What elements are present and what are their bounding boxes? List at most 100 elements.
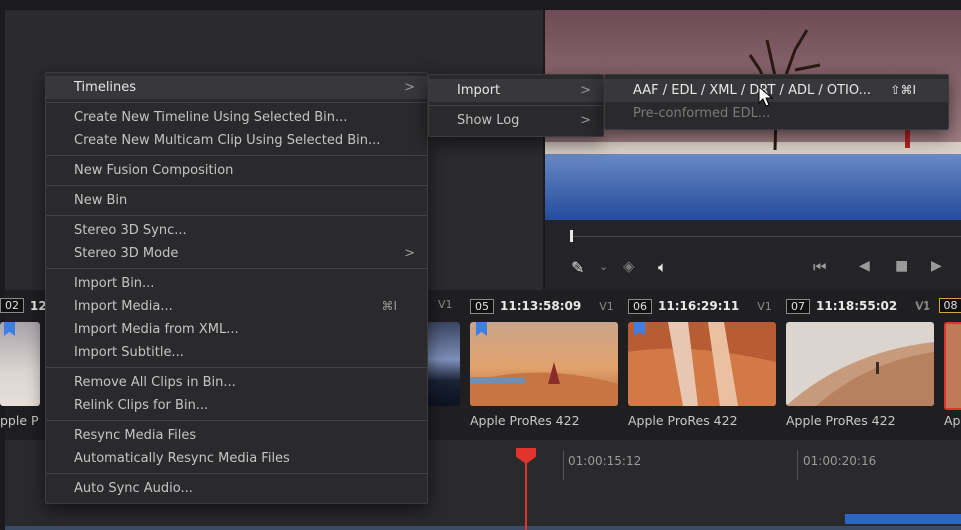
shortcut-label: ⌘I xyxy=(381,299,397,313)
chevron-right-icon: > xyxy=(404,246,415,261)
menu-item-label: New Bin xyxy=(74,193,128,208)
menu-item-import[interactable]: Import > xyxy=(429,79,603,102)
menu-separator xyxy=(46,155,427,156)
shortcut-label: ⇧⌘I xyxy=(890,83,916,97)
menu-item-label: AAF / EDL / XML / DRT / ADL / OTIO... xyxy=(633,83,871,98)
menu-item-automatically-resync-media-files[interactable]: Automatically Resync Media Files xyxy=(46,447,427,470)
menu-item-label: Import xyxy=(457,83,501,98)
menu-item-import-media[interactable]: Import Media... ⌘I xyxy=(46,295,427,318)
eyedropper-icon[interactable]: ✎ xyxy=(571,258,584,277)
clip-codec-label: Ap xyxy=(944,413,961,428)
chevron-right-icon: > xyxy=(580,83,591,98)
scrubber-handle[interactable] xyxy=(570,230,573,242)
scrubber-track[interactable] xyxy=(570,236,961,237)
ruler-tick xyxy=(797,450,798,480)
play-icon[interactable]: ▶ xyxy=(931,258,942,274)
timeline-track-strip xyxy=(5,526,961,530)
clip-codec-label: pple P xyxy=(0,413,39,428)
clip-track: V1 xyxy=(438,298,453,311)
clip-number: 02 xyxy=(0,298,24,313)
menu-item-label: Create New Multicam Clip Using Selected … xyxy=(74,133,381,148)
menu-item-new-fusion-composition[interactable]: New Fusion Composition xyxy=(46,159,427,182)
clip-thumbnail xyxy=(628,322,776,406)
menu-item-new-bin[interactable]: New Bin xyxy=(46,189,427,212)
clip-tile-06[interactable]: 06 11:16:29:11 V1 Apple ProRes 422 xyxy=(628,295,778,435)
menu-item-label: Import Subtitle... xyxy=(74,345,184,360)
clip-codec-label: Apple ProRes 422 xyxy=(786,413,896,428)
timeline-clip-bar[interactable] xyxy=(845,514,961,524)
clip-tile-partial-left[interactable]: 02 12 pple P xyxy=(0,295,47,435)
viewer-transport-bar: ✎ ⌄ ◈ 🔈︎ ⏮︎ ◀ ■ ▶ xyxy=(545,220,961,290)
menu-item-import-aaf-edl-xml[interactable]: AAF / EDL / XML / DRT / ADL / OTIO... ⇧⌘… xyxy=(605,79,948,102)
clip-tile-partial-right[interactable]: V1 08 Ap xyxy=(916,295,961,435)
menu-item-label: Remove All Clips in Bin... xyxy=(74,375,236,390)
clip-thumbnail xyxy=(0,322,40,406)
chevron-right-icon: > xyxy=(580,113,591,128)
menu-separator xyxy=(429,105,603,106)
clip-track: V1 xyxy=(916,299,931,312)
menu-item-import-subtitle[interactable]: Import Subtitle... xyxy=(46,341,427,364)
clip-number: 05 xyxy=(470,298,494,314)
clip-thumbnail xyxy=(944,322,961,410)
menu-item-resync-media-files[interactable]: Resync Media Files xyxy=(46,424,427,447)
import-submenu: AAF / EDL / XML / DRT / ADL / OTIO... ⇧⌘… xyxy=(604,74,949,130)
menu-item-remove-all-clips-in-bin[interactable]: Remove All Clips in Bin... xyxy=(46,371,427,394)
timelines-submenu: Import > Show Log > xyxy=(428,74,604,137)
menu-item-timelines[interactable]: Timelines > xyxy=(46,76,427,99)
clip-timecode: 11:18:55:02 xyxy=(816,299,898,313)
speaker-icon[interactable]: 🔈︎ xyxy=(658,258,667,276)
menu-item-relink-clips-for-bin[interactable]: Relink Clips for Bin... xyxy=(46,394,427,417)
menu-separator xyxy=(46,185,427,186)
clip-number: 07 xyxy=(786,298,810,314)
jump-to-start-icon[interactable]: ⏮︎ xyxy=(813,258,827,276)
menu-item-label: Automatically Resync Media Files xyxy=(74,451,290,466)
step-back-icon[interactable]: ◀ xyxy=(859,258,870,274)
bookmark-icon xyxy=(4,322,15,336)
menu-separator xyxy=(46,367,427,368)
clip-timecode: 11:16:29:11 xyxy=(658,299,740,313)
clip-track: V1 xyxy=(757,299,772,313)
mouse-pointer-icon xyxy=(758,86,774,107)
menu-item-label: Import Media from XML... xyxy=(74,322,239,337)
clip-track: V1 xyxy=(599,299,614,313)
context-menu: Timelines > Create New Timeline Using Sele… xyxy=(45,72,428,504)
ruler-tick xyxy=(563,450,564,480)
clip-tile-07[interactable]: 07 11:18:55:02 V1 Apple ProRes 422 xyxy=(786,295,936,435)
menu-item-auto-sync-audio[interactable]: Auto Sync Audio... xyxy=(46,477,427,500)
clip-number: 06 xyxy=(628,298,652,314)
timecode-mark: 01:00:15:12 xyxy=(568,454,642,468)
menu-item-label: Relink Clips for Bin... xyxy=(74,398,209,413)
menu-separator xyxy=(46,268,427,269)
menu-item-label: Show Log xyxy=(457,113,520,128)
clip-codec-label: Apple ProRes 422 xyxy=(628,413,738,428)
menu-item-label: Auto Sync Audio... xyxy=(74,481,193,496)
menu-item-create-new-timeline-using-selected-bin[interactable]: Create New Timeline Using Selected Bin..… xyxy=(46,106,427,129)
menu-item-label: Stereo 3D Sync... xyxy=(74,223,187,238)
clip-codec-label: Apple ProRes 422 xyxy=(470,413,580,428)
stop-icon[interactable]: ■ xyxy=(895,258,908,274)
menu-separator xyxy=(46,215,427,216)
timecode-mark: 01:00:20:16 xyxy=(803,454,877,468)
menu-item-label: Create New Timeline Using Selected Bin..… xyxy=(74,110,348,125)
chevron-right-icon: > xyxy=(404,80,415,95)
clip-tile-05[interactable]: 05 11:13:58:09 V1 Apple ProRes 422 xyxy=(470,295,620,435)
menu-separator xyxy=(46,102,427,103)
clip-thumbnail xyxy=(786,322,934,406)
menu-item-stereo-3d-mode[interactable]: Stereo 3D Mode > xyxy=(46,242,427,265)
menu-item-label: Timelines xyxy=(74,80,137,95)
menu-separator xyxy=(46,473,427,474)
menu-item-label: Import Bin... xyxy=(74,276,155,291)
menu-item-preconformed-edl[interactable]: Pre-conformed EDL... xyxy=(605,102,948,125)
menu-item-stereo-3d-sync[interactable]: Stereo 3D Sync... xyxy=(46,219,427,242)
menu-item-label: New Fusion Composition xyxy=(74,163,234,178)
menu-item-create-new-multicam-clip-using-selected-bin[interactable]: Create New Multicam Clip Using Selected … xyxy=(46,129,427,152)
menu-item-label: Stereo 3D Mode xyxy=(74,246,179,261)
menu-item-import-bin[interactable]: Import Bin... xyxy=(46,272,427,295)
clip-number: 08 xyxy=(938,298,961,313)
menu-item-show-log[interactable]: Show Log > xyxy=(429,109,603,132)
chevron-down-icon[interactable]: ⌄ xyxy=(599,260,608,273)
menu-separator xyxy=(46,420,427,421)
layers-icon[interactable]: ◈ xyxy=(623,257,635,275)
menu-item-import-media-from-xml[interactable]: Import Media from XML... xyxy=(46,318,427,341)
clip-thumbnail xyxy=(470,322,618,406)
